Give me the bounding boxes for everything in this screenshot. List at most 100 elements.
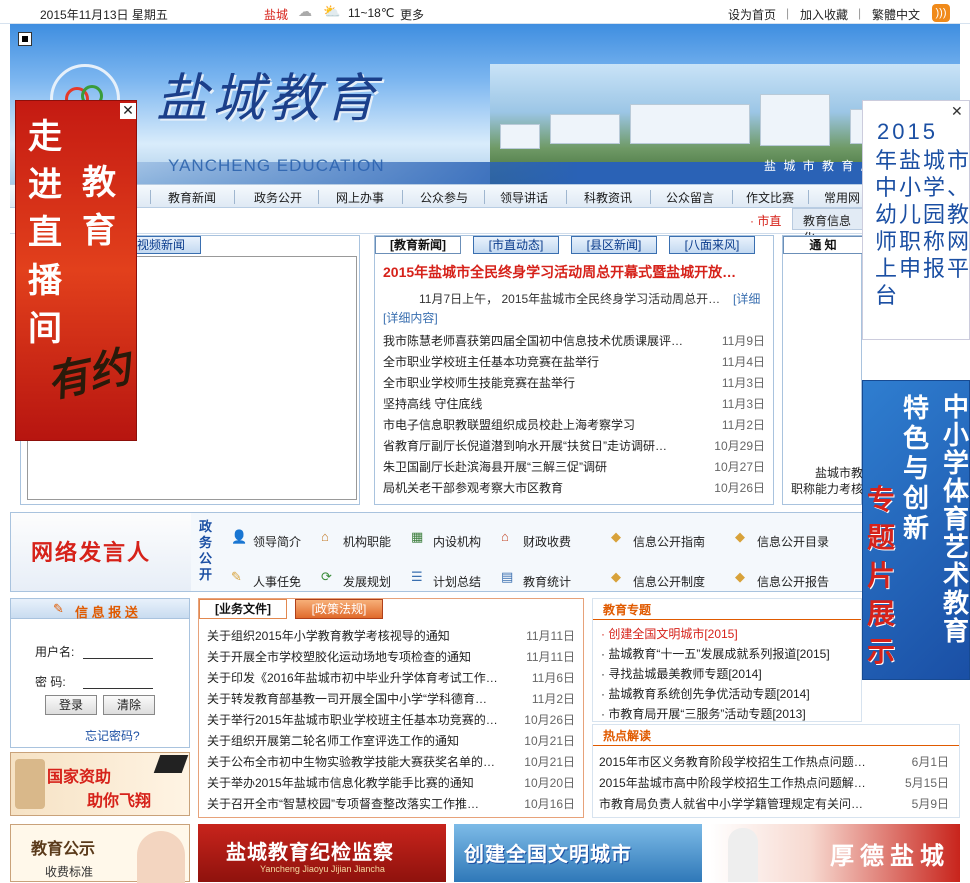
marquee-text[interactable]: · 市直 (750, 212, 781, 229)
nav-item-public[interactable]: 公众参与 (420, 189, 468, 206)
nav-item-science[interactable]: 科教资讯 (584, 189, 632, 206)
news-item[interactable]: 朱卫国副厅长赴滨海县开展“三解三促”调研 (383, 458, 607, 475)
doc-item[interactable]: 关于公布全市初中生物实验教学技能大赛获奖名单的… (207, 753, 495, 770)
tab-county-news[interactable]: [县区新闻] (571, 236, 657, 254)
float-ad-right-bottom[interactable]: 特色与创新 专题片展示 中小学体育艺术教育 (862, 380, 970, 680)
notice-panel: 通 知 盐城市教 职称能力考核 (782, 235, 863, 505)
nav-item-links[interactable]: 常用网 (824, 189, 860, 206)
clear-button[interactable]: 清除 (103, 695, 155, 715)
news-item[interactable]: 局机关老干部参观考察大市区教育 (383, 479, 563, 496)
virtue-banner[interactable]: 厚德盐城 (710, 824, 960, 882)
news-item[interactable]: 我市陈慧老师喜获第四届全国初中信息技术优质课展评… (383, 332, 683, 349)
more-link-a[interactable]: [详细 (733, 290, 760, 307)
hot-panel: 热点解读 2015年市区义务教育阶段学校招生工作热点问题… 6月1日 2015年盐城… (592, 724, 960, 818)
gov-item[interactable]: 财政收费 (523, 533, 571, 550)
password-input[interactable] (83, 671, 153, 689)
info-item[interactable]: 信息公开目录 (757, 533, 829, 550)
hot-date: 6月1日 (911, 755, 949, 769)
rss-icon[interactable]: ))) (932, 4, 950, 22)
float-rb-mid: 专题片展示 (867, 484, 896, 667)
gov-item[interactable]: 人事任免 (253, 573, 301, 590)
speech-label[interactable]: 网络发言人 (31, 535, 151, 567)
sub-bar: · 市直 教育信息化 (10, 208, 960, 245)
gov-item-icon: 👤 (231, 529, 248, 544)
notice-line-2[interactable]: 职称能力考核 (791, 480, 863, 497)
tab-business-docs[interactable]: [业务文件] (199, 599, 287, 619)
gov-item[interactable]: 机构职能 (343, 533, 391, 550)
nav-item-speech[interactable]: 领导讲话 (500, 189, 548, 206)
hot-item[interactable]: 市教育局负责人就省中小学学籍管理规定有关问… (599, 795, 863, 812)
doc-item[interactable]: 关于举办2015年盐城市信息化教学能手比赛的通知 (207, 774, 474, 791)
info-item[interactable]: 信息公开指南 (633, 533, 705, 550)
nav-item-online[interactable]: 网上办事 (336, 189, 384, 206)
set-home-link[interactable]: 设为首页 (728, 6, 776, 23)
sub-tab[interactable]: 教育信息化 (792, 208, 872, 245)
tab-edu-news[interactable]: [教育新闻] (375, 236, 461, 254)
news-date: 10月27日 (714, 460, 765, 474)
add-favorite-link[interactable]: 加入收藏 (800, 6, 848, 23)
tab-policy[interactable]: [政策法规] (295, 599, 383, 619)
gov-item-icon: ▤ (501, 569, 514, 584)
float-ad-right-top[interactable]: ✕ 2015 年盐城市中小学、幼儿园教师职称网上申报平台 (862, 100, 970, 340)
topic-item[interactable]: · 盐城教育“十一五”发展成就系列报道[2015] (601, 645, 830, 662)
gov-item-icon: ⟳ (321, 569, 332, 584)
login-button[interactable]: 登录 (45, 695, 97, 715)
doc-item[interactable]: 关于组织2015年小学教育教学考核视导的通知 (207, 627, 450, 644)
doc-date: 11月11日 (526, 629, 575, 643)
doc-item[interactable]: 关于开展全市学校塑胶化运动场地专项检查的通知 (207, 648, 471, 665)
doc-item[interactable]: 关于举行2015年盐城市职业学校班主任基本功竞赛的… (207, 711, 498, 728)
info-item[interactable]: 信息公开报告 (757, 573, 829, 590)
news-item[interactable]: 全市职业学校师生技能竞赛在盐举行 (383, 374, 575, 391)
news-item[interactable]: 坚持高线 守住底线 (383, 395, 482, 412)
float-ad-left[interactable]: ✕ 走进 教育 直播 间 有约 (15, 100, 137, 441)
fee-banner[interactable]: 教育公示 收费标准 (10, 824, 190, 883)
headline-link[interactable]: 2015年盐城市全民终身学习活动周总开幕式暨盐城开放… (383, 262, 736, 282)
weather-more-link[interactable]: 更多 (400, 6, 424, 23)
gov-item[interactable]: 内设机构 (433, 533, 481, 550)
nav-item-essay[interactable]: 作文比赛 (746, 189, 794, 206)
news-item[interactable]: 市电子信息职教联盟组织成员校赴上海考察学习 (383, 416, 635, 433)
weather-city[interactable]: 盐城 (264, 6, 288, 23)
close-icon-right[interactable]: ✕ (951, 103, 963, 120)
more-link[interactable]: [详细内容] (383, 309, 438, 326)
news-item[interactable]: 全市职业学校班主任基本功竞赛在盐举行 (383, 353, 599, 370)
gov-item-icon: ▦ (411, 529, 424, 544)
close-icon[interactable]: ✕ (120, 103, 136, 119)
nav-item-gov[interactable]: 政务公开 (254, 189, 302, 206)
notice-line-1[interactable]: 盐城市教 (815, 464, 863, 481)
report-icon: ✎ (53, 601, 64, 616)
banner-corner-text: 盐 城 市 教 育 局 (764, 159, 875, 173)
doc-item[interactable]: 关于召开全市“智慧校园”专项督查整改落实工作推… (207, 795, 479, 812)
doc-item[interactable]: 关于印发《2016年盐城市初中毕业升学体育考试工作… (207, 669, 498, 686)
nav-item-news[interactable]: 教育新闻 (168, 189, 216, 206)
news-item[interactable]: 省教育厅副厅长倪道潜到响水开展“扶贫日”走访调研… (383, 437, 667, 454)
news-panel: [教育新闻] [市直动态] [县区新闻] [八面来风] 2015年盐城市全民终身… (374, 235, 774, 505)
main-nav: 首页 教育新闻 政务公开 网上办事 公众参与 领导讲话 科教资讯 公众留言 作文… (10, 184, 960, 208)
doc-item[interactable]: 关于转发教育部基教一司开展全国中小学“学科德育… (207, 690, 487, 707)
info-item[interactable]: 信息公开制度 (633, 573, 705, 590)
civilized-city-banner[interactable]: 创建全国文明城市 (454, 824, 702, 882)
gov-item[interactable]: 教育统计 (523, 573, 571, 590)
hot-item[interactable]: 2015年盐城市高中阶段学校招生工作热点问题解… (599, 774, 866, 791)
hot-item[interactable]: 2015年市区义务教育阶段学校招生工作热点问题… (599, 753, 866, 770)
gov-item[interactable]: 发展规划 (343, 573, 391, 590)
forgot-password-link[interactable]: 忘记密码? (85, 727, 140, 744)
gov-item[interactable]: 计划总结 (433, 573, 481, 590)
username-input[interactable] (83, 641, 153, 659)
topic-item[interactable]: · 盐城教育系统创先争优活动专题[2014] (601, 685, 810, 702)
nav-item-message[interactable]: 公众留言 (666, 189, 714, 206)
aid-banner[interactable]: 国家资助 助你飞翔 (10, 752, 190, 816)
tab-city-news[interactable]: [市直动态] (473, 236, 559, 254)
gov-item-icon: ✎ (231, 569, 242, 584)
speech-box[interactable]: 网络发言人 (11, 513, 191, 591)
traditional-chinese-link[interactable]: 繁體中文 (872, 6, 920, 23)
topic-item[interactable]: · 创建全国文明城市[2015] (601, 625, 738, 642)
topic-item[interactable]: · 市教育局开展“三服务”活动专题[2013] (601, 705, 806, 722)
hot-date: 5月15日 (904, 776, 949, 790)
discipline-banner[interactable]: 盐城教育纪检监察 Yancheng Jiaoyu Jijian Jiancha (198, 824, 446, 882)
doc-item[interactable]: 关于组织开展第二轮名师工作室评选工作的通知 (207, 732, 459, 749)
tab-outside-news[interactable]: [八面来风] (669, 236, 755, 254)
float-right-year: 2015 (877, 119, 938, 144)
topic-item[interactable]: · 寻找盐城最美教师专题[2014] (601, 665, 762, 682)
gov-item[interactable]: 领导简介 (253, 533, 301, 550)
